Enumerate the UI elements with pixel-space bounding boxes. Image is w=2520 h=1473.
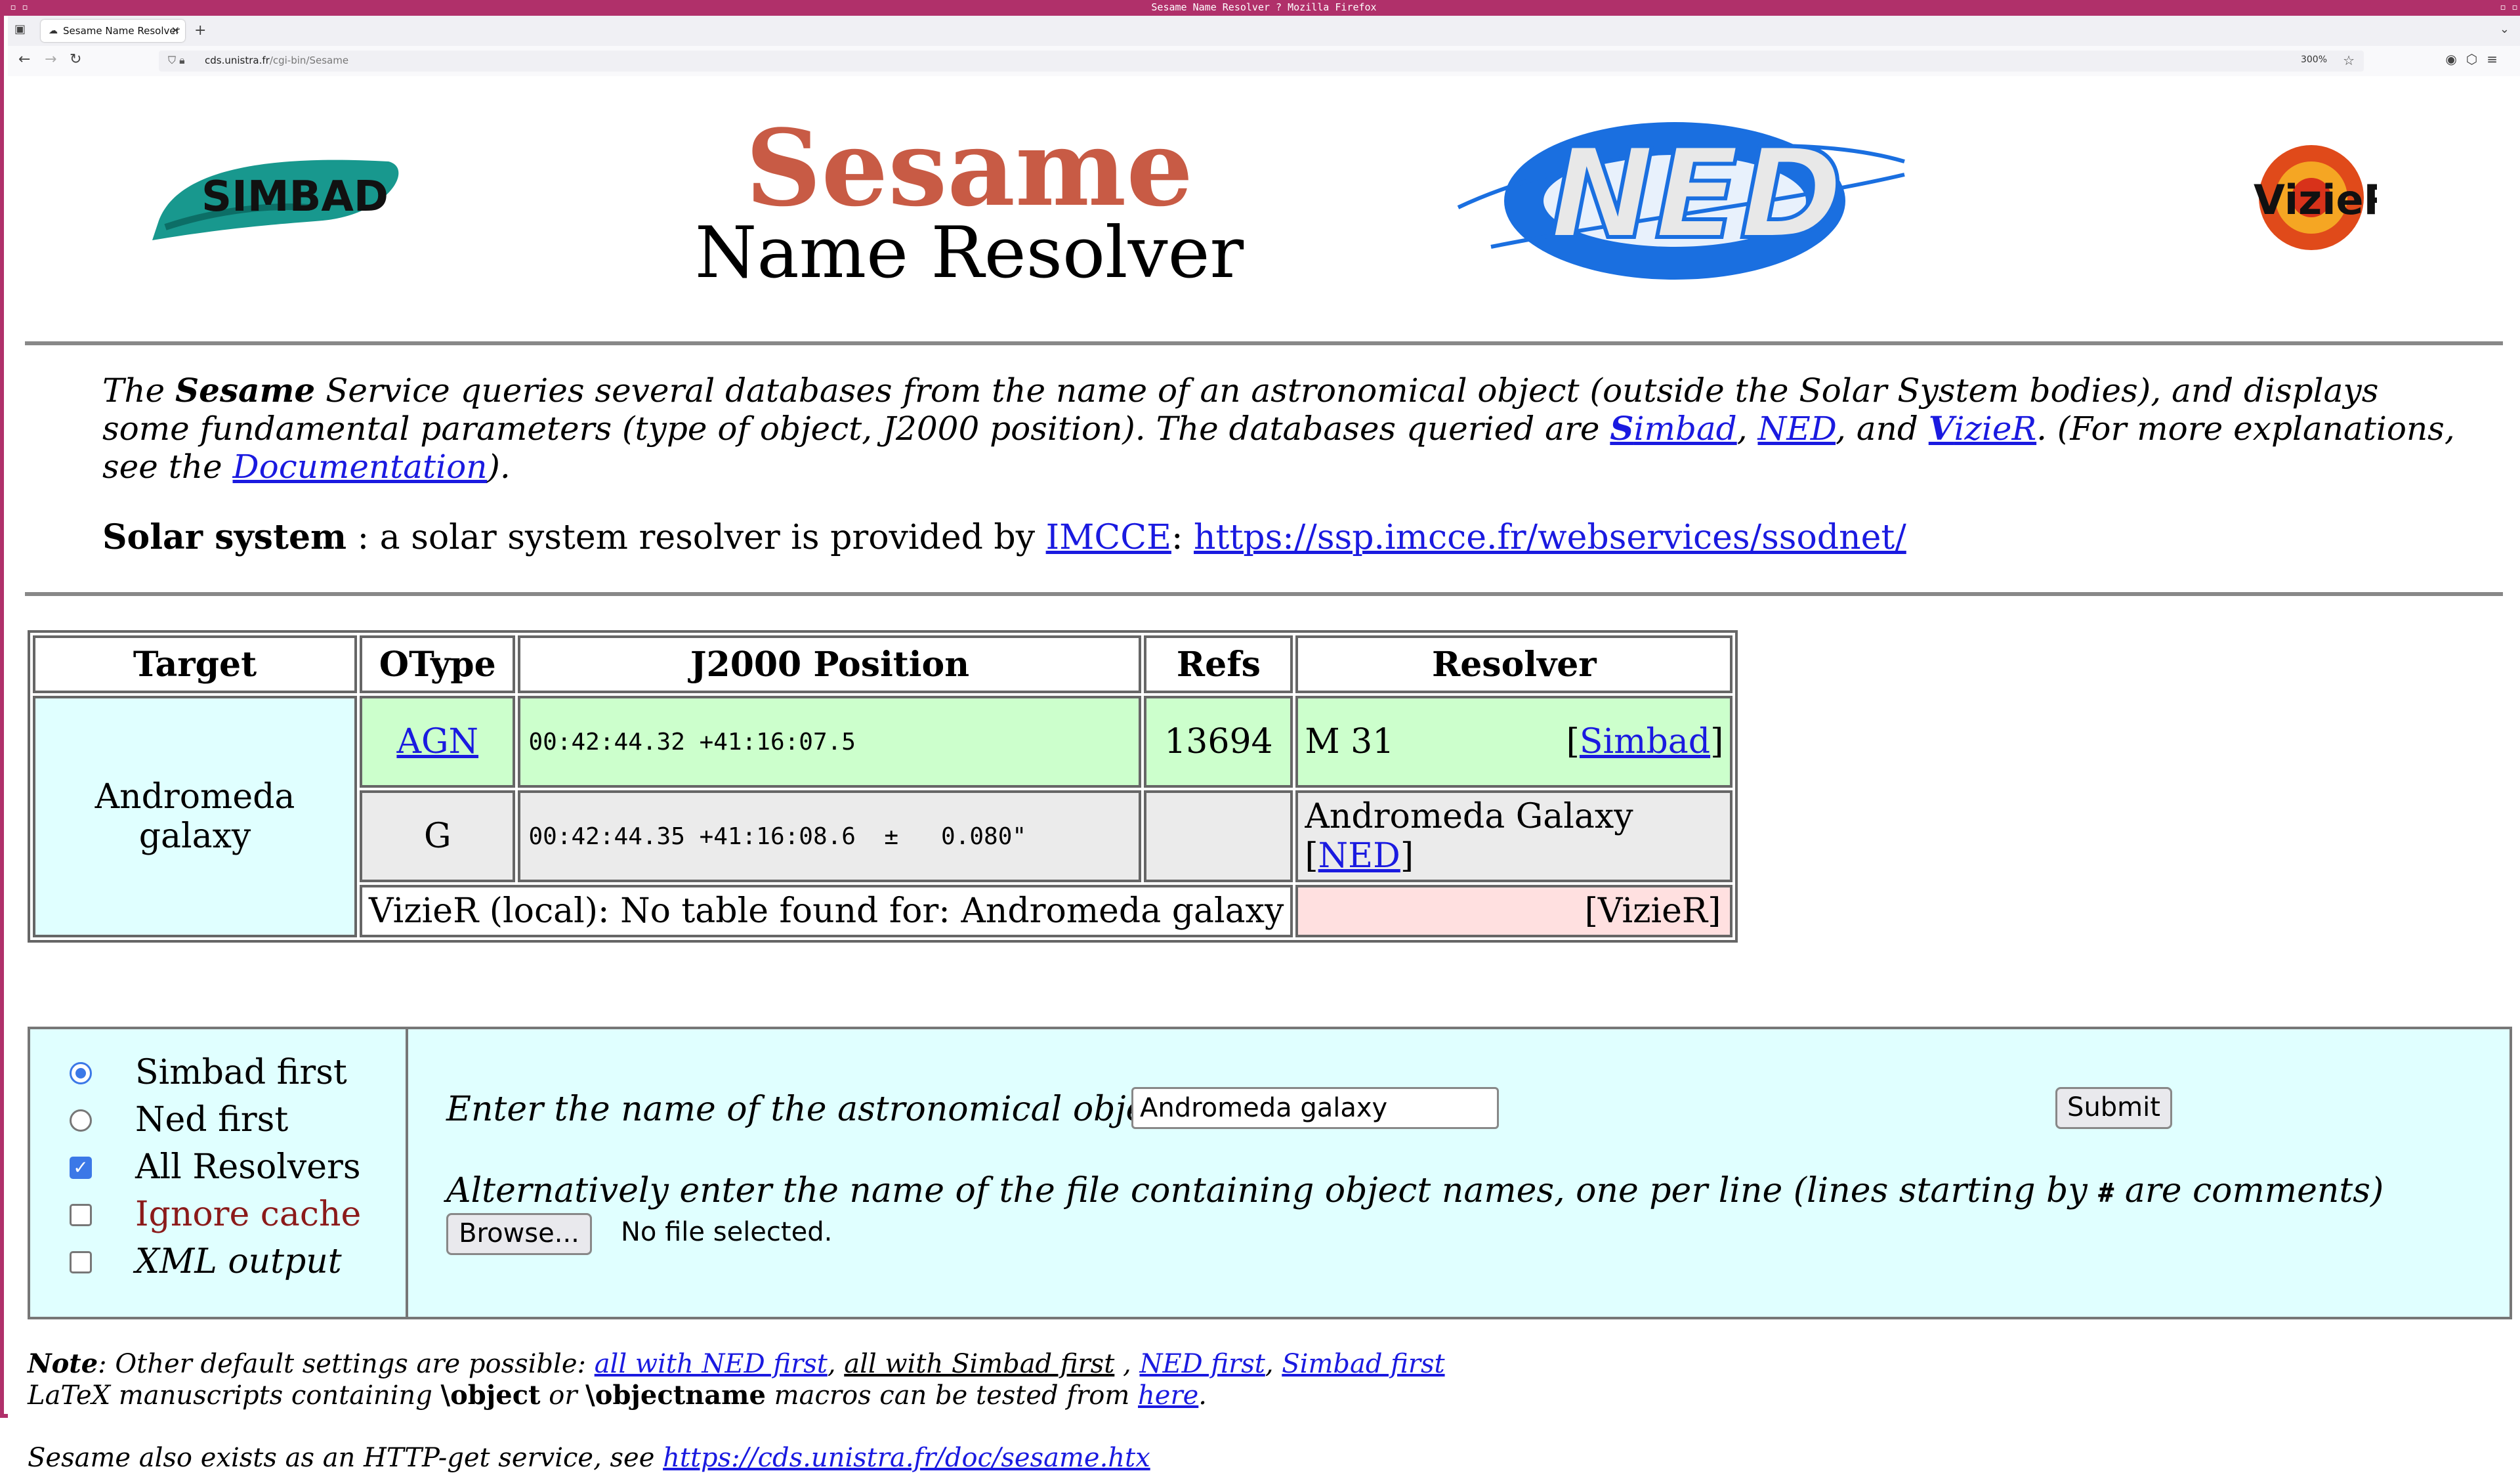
toolbar-icons[interactable]: ◉⬡≡ xyxy=(2445,51,2507,67)
page-content: SIMBAD Sesame Name Resolver NED VizieR T… xyxy=(8,76,2520,1473)
object-name-input[interactable] xyxy=(1131,1087,1499,1129)
col-header: Target xyxy=(33,635,357,693)
xml-output-checkbox[interactable] xyxy=(70,1251,92,1273)
file-input-label: Alternatively enter the name of the file… xyxy=(446,1171,2384,1210)
vizier-resolver-label: [VizieR] xyxy=(1295,885,1733,937)
ssodnet-link[interactable]: https://ssp.imcce.fr/webservices/ssodnet… xyxy=(1194,518,1906,557)
browser-window: ▫ ▫ Sesame Name Resolver ? Mozilla Firef… xyxy=(0,0,2520,1473)
no-file-status: No file selected. xyxy=(621,1217,833,1247)
col-header: Refs xyxy=(1144,635,1293,693)
vizier-logo[interactable]: VizieR xyxy=(2246,139,2377,263)
window-minimize-icon[interactable]: ▫ xyxy=(2498,3,2508,13)
tab-sesame[interactable]: ☁ Sesame Name Resolver × xyxy=(41,20,185,42)
query-form: Simbad first Ned first ✓ All Resolvers I… xyxy=(28,1027,2512,1319)
window-title: Sesame Name Resolver ? Mozilla Firefox xyxy=(1151,1,1377,13)
otype-cell: G xyxy=(360,790,516,882)
navigation-bar: ← → ↻ ⛉ 🔒︎ cds.unistra.fr/cgi-bin/Sesame… xyxy=(8,46,2520,77)
page-subtitle: Name Resolver xyxy=(694,212,1244,294)
ned-link[interactable]: NED xyxy=(1757,410,1836,448)
col-header: Resolver xyxy=(1295,635,1733,693)
sesame-htx-link[interactable]: https://cds.unistra.fr/doc/sesame.htx xyxy=(663,1443,1150,1473)
latex-test-link[interactable]: here xyxy=(1138,1380,1198,1411)
all-ned-first-link[interactable]: all with NED first xyxy=(595,1349,828,1379)
http-service-line: Sesame also exists as an HTTP-get servic… xyxy=(28,1443,1150,1473)
favicon-icon: ☁ xyxy=(49,26,58,36)
ignore-cache-checkbox[interactable] xyxy=(70,1204,92,1226)
divider xyxy=(25,592,2503,596)
ned-logo[interactable]: NED xyxy=(1452,102,1911,299)
svg-text:VizieR: VizieR xyxy=(2254,176,2377,224)
new-tab-icon[interactable]: + xyxy=(194,22,206,39)
refs-cell xyxy=(1144,790,1293,882)
shield-lock-icon[interactable]: ⛉ 🔒︎ xyxy=(168,54,185,67)
object-name: M 31 xyxy=(1305,722,1395,761)
target-cell: Andromeda galaxy xyxy=(33,696,357,937)
resolver-cell: Andromeda Galaxy [NED] xyxy=(1295,790,1733,882)
simbad-first-link[interactable]: Simbad first xyxy=(1282,1349,1444,1379)
url-text[interactable]: cds.unistra.fr/cgi-bin/Sesame xyxy=(205,54,348,66)
simbad-logo[interactable]: SIMBAD xyxy=(139,142,415,247)
intro-paragraph: The Sesame Service queries several datab… xyxy=(102,371,2455,486)
simbad-first-radio[interactable] xyxy=(70,1062,92,1084)
ned-resolver-link[interactable]: NED xyxy=(1318,836,1400,876)
all-resolvers-checkbox[interactable]: ✓ xyxy=(70,1157,92,1179)
divider xyxy=(25,341,2503,345)
solar-system-line: Solar system : a solar system resolver i… xyxy=(102,517,1906,557)
ned-first-link[interactable]: NED first xyxy=(1139,1349,1265,1379)
window-titlebar: ▫ ▫ Sesame Name Resolver ? Mozilla Firef… xyxy=(4,0,2520,16)
submit-button[interactable]: Submit xyxy=(2055,1087,2172,1129)
tab-bar: ▣ ☁ Sesame Name Resolver × + ⌄ xyxy=(8,16,2520,46)
object-name: Andromeda Galaxy xyxy=(1305,797,1633,836)
col-header: J2000 Position xyxy=(518,635,1142,693)
browse-button[interactable]: Browse... xyxy=(446,1213,592,1255)
list-tabs-chevron-icon[interactable]: ⌄ xyxy=(2500,22,2510,36)
simbad-resolver-link[interactable]: Simbad xyxy=(1580,722,1710,761)
resolver-cell: M 31 [Simbad] xyxy=(1295,696,1733,788)
documentation-link[interactable]: Documentation xyxy=(233,448,488,486)
imcce-link[interactable]: IMCCE xyxy=(1046,518,1171,557)
vizier-message: VizieR (local): No table found for: Andr… xyxy=(360,885,1293,937)
url-bar[interactable]: ⛉ 🔒︎ cds.unistra.fr/cgi-bin/Sesame 300% … xyxy=(159,51,2364,72)
svg-text:NED: NED xyxy=(1550,121,1843,267)
object-name-label: Enter the name of the astronomical objec… xyxy=(446,1090,1179,1129)
options-panel: Simbad first Ned first ✓ All Resolvers I… xyxy=(30,1029,408,1317)
window-close-icon[interactable]: ▫ xyxy=(2510,3,2520,13)
all-simbad-first-link[interactable]: all with Simbad first xyxy=(844,1349,1114,1379)
reload-icon[interactable]: ↻ xyxy=(70,51,81,68)
forward-icon[interactable]: → xyxy=(45,51,56,68)
note-paragraph: Note: Other default settings are possibl… xyxy=(28,1348,1445,1411)
position-cell: 00:42:44.32 +41:16:07.5 xyxy=(518,696,1142,788)
results-table: Target OType J2000 Position Refs Resolve… xyxy=(28,630,1738,943)
table-row: Andromeda galaxy AGN 00:42:44.32 +41:16:… xyxy=(33,696,1733,937)
refs-cell: 13694 xyxy=(1144,696,1293,788)
simbad-link[interactable]: Simbad xyxy=(1610,410,1736,448)
svg-text:SIMBAD: SIMBAD xyxy=(201,173,388,221)
col-header: OType xyxy=(360,635,516,693)
tab-label: Sesame Name Resolver xyxy=(63,25,180,37)
back-icon[interactable]: ← xyxy=(18,51,30,68)
tab-close-icon[interactable]: × xyxy=(171,24,180,36)
page-title: Sesame xyxy=(745,106,1194,230)
otype-cell: AGN xyxy=(360,696,516,788)
tab-overview-icon[interactable]: ▣ xyxy=(14,22,26,36)
bookmark-star-icon[interactable]: ☆ xyxy=(2343,53,2355,68)
vizier-link[interactable]: VizieR xyxy=(1929,410,2036,448)
position-cell: 00:42:44.35 +41:16:08.6 ± 0.080" xyxy=(518,790,1142,882)
otype-agn-link[interactable]: AGN xyxy=(396,722,478,761)
zoom-level[interactable]: 300% xyxy=(2301,54,2327,65)
ned-first-radio[interactable] xyxy=(70,1109,92,1132)
table-header-row: Target OType J2000 Position Refs Resolve… xyxy=(33,635,1733,693)
